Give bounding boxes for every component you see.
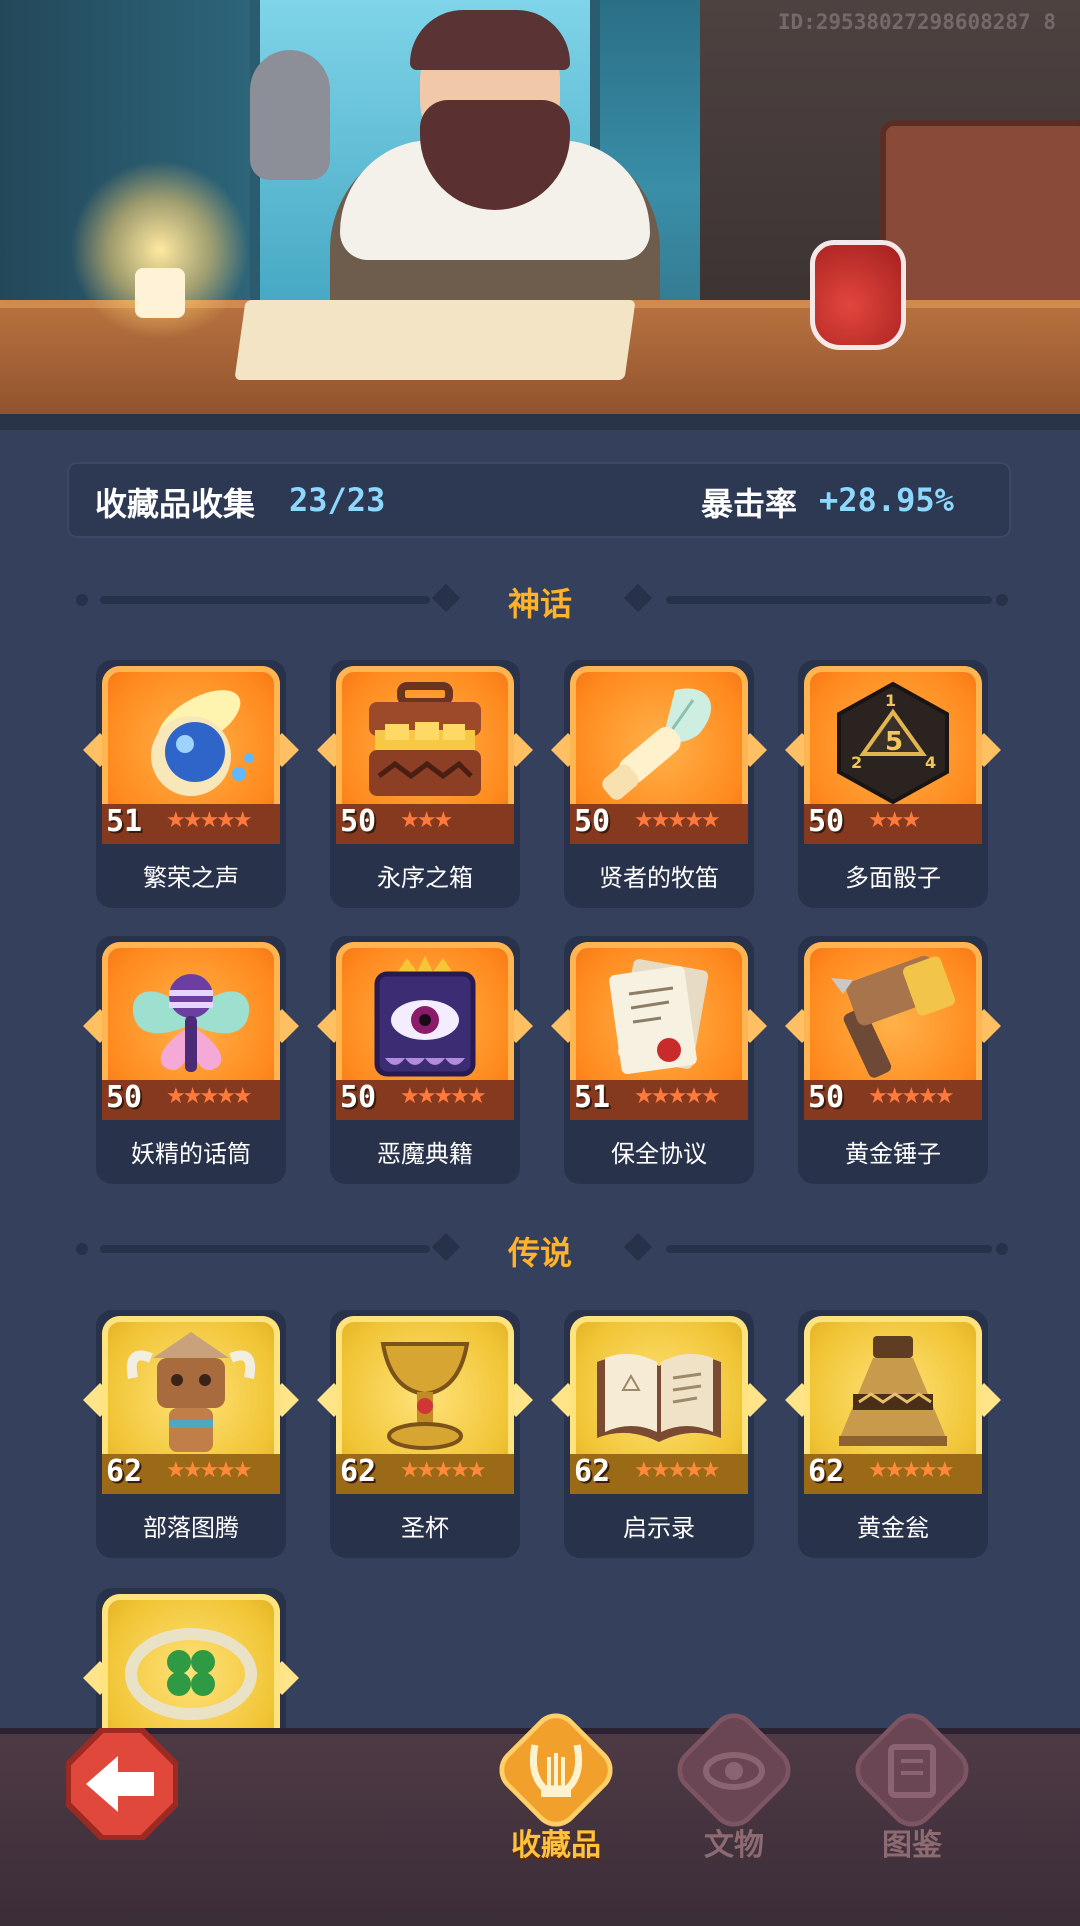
tab-codex[interactable]: 图鉴: [842, 1703, 982, 1863]
candle-icon: [135, 268, 185, 318]
svg-text:5: 5: [885, 727, 903, 757]
open-book-icon: [597, 1353, 721, 1442]
tab-label: 文物: [704, 1828, 764, 1863]
item-name: 永序之箱: [377, 864, 473, 892]
item-card[interactable]: 50 ★★★ 永序之箱: [317, 660, 533, 908]
scroll-contract-icon: [609, 959, 709, 1075]
item-card[interactable]: 50 ★★★★★ 贤者的牧笛: [551, 660, 767, 908]
dice-icon: 5 1 2 4: [837, 681, 949, 805]
item-name: 黄金瓮: [857, 1514, 929, 1542]
banner-divider: [0, 414, 1080, 430]
item-name: 妖精的话筒: [131, 1140, 251, 1168]
tab-relics[interactable]: 文物: [664, 1703, 804, 1863]
treasure-map-icon: [234, 300, 636, 380]
book-icon: [888, 1744, 936, 1798]
item-card[interactable]: 50 ★★★★★ 妖精的话筒: [83, 936, 299, 1184]
item-card[interactable]: 62 ★★★★★ 黄金瓮: [785, 1310, 1001, 1558]
lyre-icon: [529, 1744, 583, 1797]
item-name: 启示录: [623, 1514, 695, 1542]
svg-text:1: 1: [885, 691, 896, 710]
section-header-mythic: 神话: [0, 579, 1080, 623]
item-name: 部落图腾: [143, 1514, 239, 1542]
item-name: 贤者的牧笛: [599, 864, 719, 892]
tab-collectibles[interactable]: 收藏品: [486, 1703, 626, 1863]
grail-icon: [380, 1342, 470, 1450]
collection-count: 23/23: [289, 481, 386, 519]
item-name: 保全协议: [611, 1140, 707, 1168]
item-card[interactable]: 51 ★★★★★ 繁荣之声: [83, 660, 299, 908]
svg-text:4: 4: [925, 753, 936, 772]
item-card[interactable]: 50 ★★★★★ 黄金锤子: [785, 936, 1001, 1184]
tribal-totem-icon: [126, 1332, 256, 1452]
demon-book-icon: [374, 956, 476, 1077]
section-header-legendary: 传说: [0, 1228, 1080, 1272]
item-name: 繁荣之声: [143, 864, 239, 892]
item-card[interactable]: 51 ★★★★★ 保全协议: [551, 936, 767, 1184]
player-id: ID:29538027298608287 8: [777, 10, 1056, 34]
item-card[interactable]: 62 ★★★★★ 圣杯: [317, 1310, 533, 1558]
bubble-feather-icon: [151, 690, 254, 796]
item-card[interactable]: 62 ★★★★★ 启示录: [551, 1310, 767, 1558]
collection-stats-bar: 收藏品收集 23/23 暴击率 +28.95%: [67, 462, 1011, 538]
fairy-microphone-icon: [132, 974, 250, 1072]
feather-flute-icon: [602, 688, 712, 800]
shop-banner: ID:29538027298608287 8: [0, 0, 1080, 420]
tab-label: 收藏品: [511, 1828, 601, 1863]
item-name: 多面骰子: [845, 864, 941, 892]
item-name: 黄金锤子: [845, 1140, 941, 1168]
golden-urn-icon: [839, 1336, 947, 1446]
collection-label: 收藏品收集: [95, 485, 256, 523]
golden-hammer-icon: [831, 955, 955, 1078]
item-card[interactable]: 62 ★★★★★ 部落图腾: [83, 1310, 299, 1558]
shovel-icon: [250, 50, 330, 180]
potion-icon: [810, 240, 906, 350]
item-card[interactable]: 50 ★★★★★ 恶魔典籍: [317, 936, 533, 1184]
eye-icon: [703, 1752, 765, 1790]
gold-chest-icon: [369, 682, 481, 796]
back-arrow-icon[interactable]: [66, 1728, 178, 1840]
tab-label: 图鉴: [882, 1828, 942, 1863]
clover-ring-icon: [125, 1628, 257, 1720]
item-name: 恶魔典籍: [377, 1140, 473, 1168]
svg-text:2: 2: [851, 753, 862, 772]
dwarf-hair: [410, 10, 570, 70]
item-card[interactable]: 5 1 2 4 50 ★★★ 多面骰子: [785, 660, 1001, 908]
crit-rate-label: 暴击率: [701, 485, 798, 523]
crit-rate-value: +28.95%: [819, 481, 954, 519]
item-name: 圣杯: [401, 1514, 449, 1542]
